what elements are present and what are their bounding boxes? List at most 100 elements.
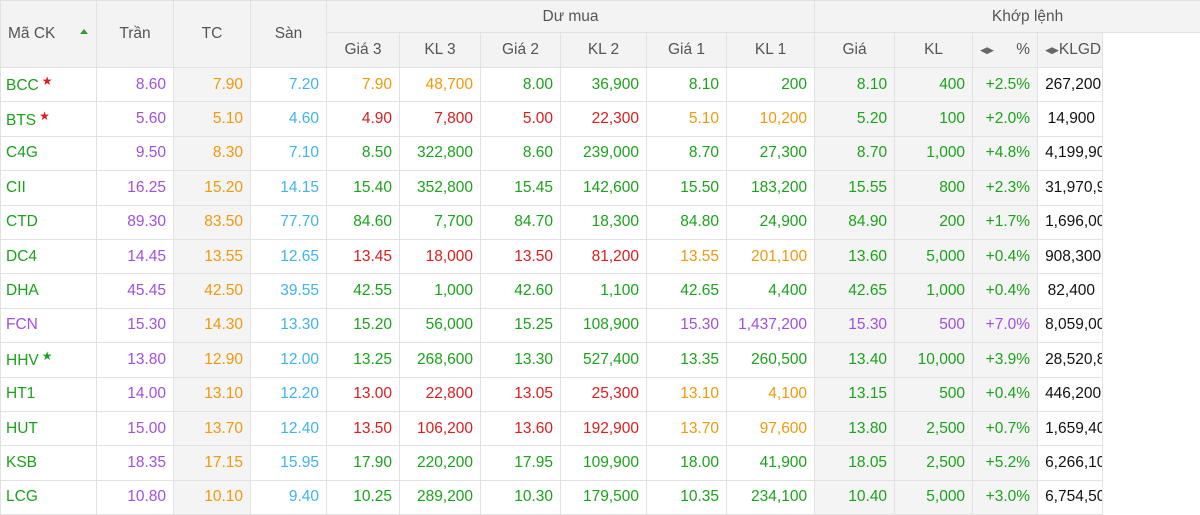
match-volume-cell: 1,000 xyxy=(895,136,973,170)
bid-volume-2-cell: 239,000 xyxy=(561,136,647,170)
symbol-cell[interactable]: BTS★ xyxy=(1,102,97,136)
symbol-cell[interactable]: BCC★ xyxy=(1,68,97,102)
toggle-arrows-icon[interactable]: ◀▶ xyxy=(1045,45,1059,56)
table-row[interactable]: LCG10.8010.109.4010.25289,20010.30179,50… xyxy=(1,480,1200,514)
symbol-code[interactable]: CTD xyxy=(6,213,38,230)
symbol-cell[interactable]: CII xyxy=(1,171,97,205)
symbol-cell[interactable]: LCG xyxy=(1,480,97,514)
symbol-code[interactable]: CII xyxy=(6,179,26,196)
ceiling-column-header[interactable]: Trần xyxy=(97,1,174,68)
match-price-cell: 13.60 xyxy=(815,239,895,273)
symbol-code[interactable]: BTS xyxy=(6,112,36,129)
table-row[interactable]: HHV★13.8012.9012.0013.25268,60013.30527,… xyxy=(1,343,1200,377)
bid-volume-1-cell: 200 xyxy=(727,68,815,102)
table-row[interactable]: HUT15.0013.7012.4013.50106,20013.60192,9… xyxy=(1,411,1200,445)
bid-price-3-cell: 13.00 xyxy=(327,377,400,411)
reference-price-cell: 13.10 xyxy=(174,377,251,411)
table-header: Mã CK Trần TC Sàn Dư mua Khớp lệnh Giá 3… xyxy=(1,1,1200,68)
table-row[interactable]: CII16.2515.2014.1515.40352,80015.45142,6… xyxy=(1,171,1200,205)
table-row[interactable]: C4G9.508.307.108.50322,8008.60239,0008.7… xyxy=(1,136,1200,170)
table-row[interactable]: HT114.0013.1012.2013.0022,80013.0525,300… xyxy=(1,377,1200,411)
symbol-cell[interactable]: DC4 xyxy=(1,239,97,273)
bid-price-1-cell: 18.00 xyxy=(647,446,727,480)
table-row[interactable]: KSB18.3517.1515.9517.90220,20017.95109,9… xyxy=(1,446,1200,480)
toggle-arrows-icon[interactable]: ◀▶ xyxy=(980,45,994,56)
symbol-code[interactable]: BCC xyxy=(6,77,39,94)
match-price-cell: 13.80 xyxy=(815,411,895,445)
reference-price-cell: 8.30 xyxy=(174,136,251,170)
bid-price-2-cell: 8.60 xyxy=(481,136,561,170)
match-price-cell: 42.65 xyxy=(815,274,895,308)
table-row[interactable]: CTD89.3083.5077.7084.607,70084.7018,3008… xyxy=(1,205,1200,239)
symbol-cell[interactable]: HUT xyxy=(1,411,97,445)
symbol-code[interactable]: LCG xyxy=(6,488,38,505)
match-price-cell: 84.90 xyxy=(815,205,895,239)
symbol-code[interactable]: DC4 xyxy=(6,248,37,265)
symbol-column-header[interactable]: Mã CK xyxy=(1,1,97,68)
table-row[interactable]: DC414.4513.5512.6513.4518,00013.5081,200… xyxy=(1,239,1200,273)
change-percent-cell: +1.7% xyxy=(973,205,1038,239)
match-price-cell: 8.70 xyxy=(815,136,895,170)
bid-price-1-cell: 13.55 xyxy=(647,239,727,273)
symbol-header-label: Mã CK xyxy=(8,25,55,42)
bid-volume-3-cell: 106,200 xyxy=(400,411,481,445)
symbol-cell[interactable]: HHV★ xyxy=(1,343,97,377)
match-price-header[interactable]: Giá xyxy=(815,33,895,68)
symbol-code[interactable]: HUT xyxy=(6,420,38,437)
symbol-code[interactable]: DHA xyxy=(6,282,39,299)
total-volume-header[interactable]: ◀▶ KLGD xyxy=(1038,33,1103,68)
reference-column-header[interactable]: TC xyxy=(174,1,251,68)
symbol-code[interactable]: HT1 xyxy=(6,385,35,402)
sort-ascending-icon[interactable] xyxy=(80,29,88,34)
price-board-table: Mã CK Trần TC Sàn Dư mua Khớp lệnh Giá 3… xyxy=(0,0,1200,515)
symbol-cell[interactable]: HT1 xyxy=(1,377,97,411)
reference-price-cell: 7.90 xyxy=(174,68,251,102)
match-price-cell: 15.55 xyxy=(815,171,895,205)
change-pct-header[interactable]: ◀▶ % xyxy=(973,33,1038,68)
match-volume-cell: 800 xyxy=(895,171,973,205)
total-volume-cell: 1,659,400 xyxy=(1038,411,1103,445)
bid-volume-1-cell: 260,500 xyxy=(727,343,815,377)
bid-volume-3-cell: 56,000 xyxy=(400,308,481,342)
table-row[interactable]: BTS★5.605.104.604.907,8005.0022,3005.101… xyxy=(1,102,1200,136)
bid-price-1-header[interactable]: Giá 1 xyxy=(647,33,727,68)
bid-volume-3-cell: 48,700 xyxy=(400,68,481,102)
symbol-code[interactable]: KSB xyxy=(6,454,37,471)
bid-price-3-cell: 42.55 xyxy=(327,274,400,308)
symbol-code[interactable]: C4G xyxy=(6,144,38,161)
bid-price-2-cell: 15.45 xyxy=(481,171,561,205)
bid-price-3-cell: 15.40 xyxy=(327,171,400,205)
bid-price-2-header[interactable]: Giá 2 xyxy=(481,33,561,68)
floor-price-cell: 77.70 xyxy=(251,205,327,239)
match-volume-header[interactable]: KL xyxy=(895,33,973,68)
bid-price-3-cell: 4.90 xyxy=(327,102,400,136)
symbol-cell[interactable]: KSB xyxy=(1,446,97,480)
bid-vol-2-header[interactable]: KL 2 xyxy=(561,33,647,68)
bid-vol-1-header[interactable]: KL 1 xyxy=(727,33,815,68)
total-volume-cell: 6,266,100 xyxy=(1038,446,1103,480)
bid-vol-3-header[interactable]: KL 3 xyxy=(400,33,481,68)
change-percent-cell: +2.0% xyxy=(973,102,1038,136)
symbol-code[interactable]: FCN xyxy=(6,316,38,333)
table-row[interactable]: FCN15.3014.3013.3015.2056,00015.25108,90… xyxy=(1,308,1200,342)
total-volume-cell: 1,696,000 xyxy=(1038,205,1103,239)
total-volume-cell: 4,199,900 xyxy=(1038,136,1103,170)
table-row[interactable]: DHA45.4542.5039.5542.551,00042.601,10042… xyxy=(1,274,1200,308)
ceiling-price-cell: 18.35 xyxy=(97,446,174,480)
symbol-cell[interactable]: FCN xyxy=(1,308,97,342)
symbol-cell[interactable]: DHA xyxy=(1,274,97,308)
bid-volume-3-cell: 220,200 xyxy=(400,446,481,480)
total-volume-cell: 267,200 xyxy=(1038,68,1103,102)
symbol-code[interactable]: HHV xyxy=(6,352,39,369)
star-icon: ★ xyxy=(42,349,53,363)
bid-price-2-cell: 13.50 xyxy=(481,239,561,273)
floor-column-header[interactable]: Sàn xyxy=(251,1,327,68)
bid-price-1-cell: 10.35 xyxy=(647,480,727,514)
bid-price-3-header[interactable]: Giá 3 xyxy=(327,33,400,68)
symbol-cell[interactable]: C4G xyxy=(1,136,97,170)
table-row[interactable]: BCC★8.607.907.207.9048,7008.0036,9008.10… xyxy=(1,68,1200,102)
bid-price-3-cell: 7.90 xyxy=(327,68,400,102)
bid-volume-1-cell: 1,437,200 xyxy=(727,308,815,342)
symbol-cell[interactable]: CTD xyxy=(1,205,97,239)
bid-price-1-cell: 5.10 xyxy=(647,102,727,136)
